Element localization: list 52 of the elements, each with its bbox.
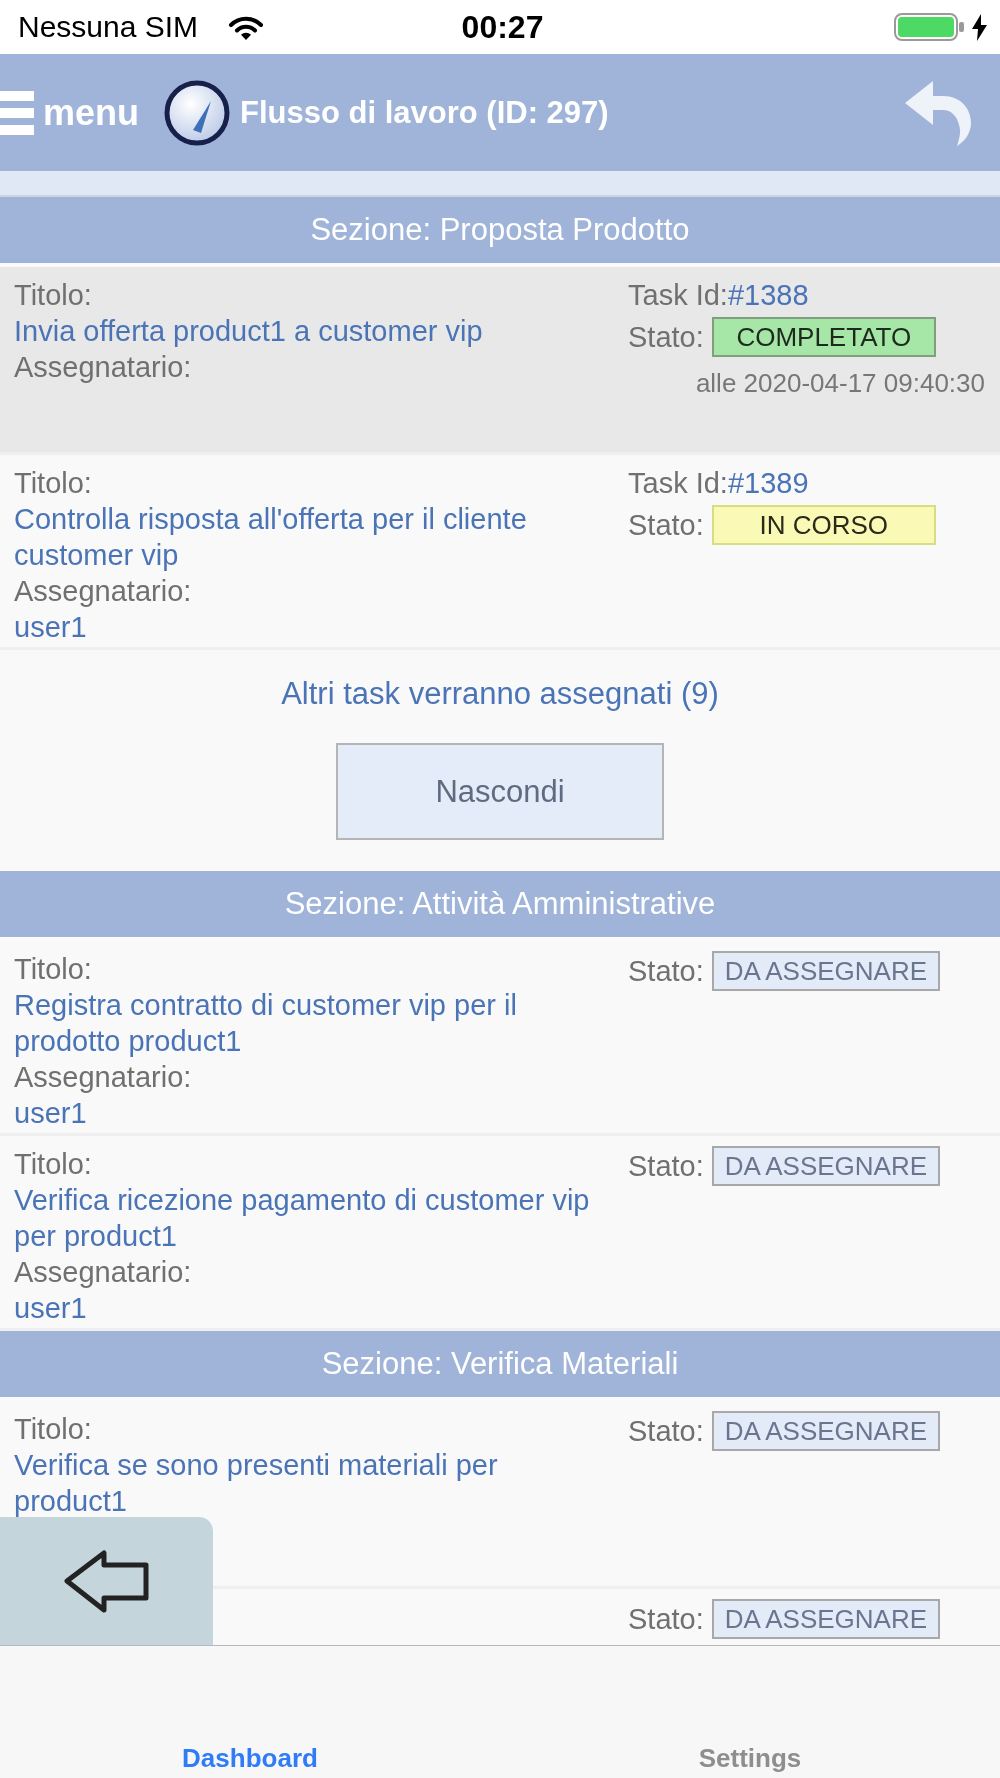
task-id-link[interactable]: #1388 <box>727 279 809 311</box>
status-badge: DA ASSEGNARE <box>711 1146 941 1186</box>
task-title-link[interactable]: Controlla risposta all'offerta per il cliente customer vip <box>14 501 614 573</box>
status-badge: DA ASSEGNARE <box>711 951 941 991</box>
status-label: Stato: <box>628 1149 704 1184</box>
completion-time: alle 2020-04-17 09:40:30 <box>695 367 985 400</box>
status-label: Stato: <box>628 1414 704 1449</box>
status-badge: DA ASSEGNARE <box>711 1411 941 1451</box>
menu-icon <box>0 90 34 135</box>
assignee-label: Assegnatario: <box>14 350 192 385</box>
title-label: Titolo: <box>14 1147 92 1182</box>
assignee-label: Assegnatario: <box>14 1255 192 1290</box>
task-card[interactable]: Titolo: Invia offerta product1 a customer vip Assegnatario: Task Id:#1388 Stato: COMPLETATO alle 2020-04-17 09:40:30 <box>0 267 1000 455</box>
task-title-link[interactable]: Invia offerta product1 a customer vip <box>14 313 483 349</box>
wifi-icon <box>228 14 265 40</box>
task-id-label: Task Id: <box>628 279 728 311</box>
status-badge: COMPLETATO <box>711 317 936 357</box>
status-badge: IN CORSO <box>711 505 936 545</box>
title-label: Titolo: <box>14 278 92 313</box>
section-header: Sezione: Verifica Materiali <box>0 1331 1000 1397</box>
title-label: Titolo: <box>14 952 92 987</box>
tab-item[interactable]: Dashboard <box>0 1646 500 1778</box>
assignee-link[interactable]: user1 <box>14 609 87 645</box>
battery-icon <box>894 13 964 41</box>
left-arrow-icon <box>63 1549 150 1613</box>
title-label: Titolo: <box>14 1412 92 1447</box>
status-label: Stato: <box>628 1602 704 1637</box>
hide-button[interactable]: Nascondi <box>336 743 664 840</box>
section-header: Sezione: Attività Amministrative <box>0 871 1000 937</box>
status-label: Stato: <box>628 508 704 543</box>
section-header: Sezione: Proposta Prodotto <box>0 197 1000 263</box>
assignee-label: Assegnatario: <box>14 1060 192 1095</box>
task-title-link[interactable]: Verifica ricezione pagamento di customer vip per product1 <box>14 1182 614 1254</box>
assignee-link[interactable]: user1 <box>14 1290 87 1326</box>
assignee-label: Assegnatario: <box>14 574 192 609</box>
tab-item[interactable]: Settings <box>500 1646 1000 1778</box>
status-badge: DA ASSEGNARE <box>711 1599 941 1639</box>
charging-icon <box>972 13 987 41</box>
task-title-link[interactable]: Verifica se sono presenti materiali per product1 <box>14 1447 614 1519</box>
task-title-link[interactable]: Registra contratto di customer vip per il prodotto product1 <box>14 987 614 1059</box>
title-label: Titolo: <box>14 466 92 501</box>
status-label: Stato: <box>628 954 704 989</box>
carrier-name: Nessuna SIM <box>18 10 199 44</box>
gauge-icon <box>164 79 230 146</box>
task-id-link[interactable]: #1389 <box>727 467 809 499</box>
back-button[interactable] <box>0 1517 213 1645</box>
pending-tasks-note: Altri task verranno assegnati (9) <box>281 675 719 713</box>
task-id-label: Task Id: <box>628 467 728 499</box>
page-title: Flusso di lavoro (ID: 297) <box>240 94 609 131</box>
clock-time: 00:27 <box>461 8 544 46</box>
status-label: Stato: <box>628 320 704 355</box>
assignee-link[interactable]: user1 <box>14 1095 87 1131</box>
